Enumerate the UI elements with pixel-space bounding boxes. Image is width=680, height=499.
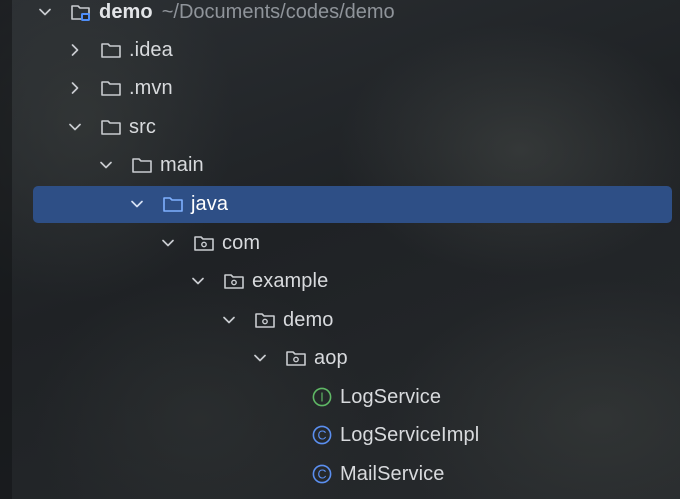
chevron-down-icon[interactable] bbox=[161, 236, 175, 250]
tree-item-label: MailService bbox=[340, 462, 445, 485]
tree-item-label: LogService bbox=[340, 385, 442, 408]
tree-row-src[interactable]: src bbox=[0, 108, 680, 146]
chevron-right-icon[interactable] bbox=[68, 81, 82, 95]
chevron-down-icon[interactable] bbox=[253, 351, 267, 365]
tree-item-label: .idea bbox=[129, 38, 173, 61]
tree-row-logservice[interactable]: I LogService bbox=[0, 378, 680, 416]
chevron-down-icon[interactable] bbox=[191, 274, 205, 288]
chevron-down-icon[interactable] bbox=[130, 197, 144, 211]
chevron-down-icon[interactable] bbox=[38, 5, 52, 19]
project-path-label: ~/Documents/codes/demo bbox=[161, 0, 395, 23]
chevron-down-icon[interactable] bbox=[99, 158, 113, 172]
package-icon bbox=[285, 348, 307, 368]
tree-item-label: main bbox=[160, 153, 204, 176]
tree-row-idea[interactable]: .idea bbox=[0, 31, 680, 69]
interface-badge-letter: I bbox=[320, 391, 323, 405]
class-badge-letter: C bbox=[317, 429, 326, 443]
tree-row-mvn[interactable]: .mvn bbox=[0, 69, 680, 107]
class-icon: C bbox=[311, 425, 333, 445]
project-name-label: demo bbox=[99, 0, 153, 23]
tree-row-com[interactable]: com bbox=[0, 224, 680, 262]
tree-item-label: example bbox=[252, 269, 329, 292]
tree-row-example[interactable]: example bbox=[0, 262, 680, 300]
package-icon bbox=[254, 310, 276, 330]
tree-row-mailservice[interactable]: C MailService bbox=[0, 455, 680, 493]
folder-icon bbox=[100, 78, 122, 98]
package-icon bbox=[193, 233, 215, 253]
tree-row-java[interactable]: java bbox=[0, 185, 680, 223]
tree-row-logserviceimpl[interactable]: C LogServiceImpl bbox=[0, 416, 680, 454]
tree-row-project-root[interactable]: demo ~/Documents/codes/demo bbox=[0, 0, 680, 31]
class-icon: C bbox=[311, 464, 333, 484]
tree-item-label: .mvn bbox=[129, 76, 173, 99]
tree-item-label: java bbox=[191, 192, 229, 215]
project-folder-icon bbox=[70, 2, 92, 22]
folder-icon bbox=[100, 117, 122, 137]
folder-icon bbox=[131, 155, 153, 175]
tree-item-label: src bbox=[129, 115, 156, 138]
interface-icon: I bbox=[311, 387, 333, 407]
tree-row-main[interactable]: main bbox=[0, 146, 680, 184]
tree-item-label: demo bbox=[283, 308, 334, 331]
tree-row-demo-package[interactable]: demo bbox=[0, 301, 680, 339]
chevron-down-icon[interactable] bbox=[68, 120, 82, 134]
chevron-down-icon[interactable] bbox=[222, 313, 236, 327]
tree-item-label: LogServiceImpl bbox=[340, 423, 480, 446]
folder-icon bbox=[100, 40, 122, 60]
chevron-right-icon[interactable] bbox=[68, 43, 82, 57]
tree-row-aop[interactable]: aop bbox=[0, 339, 680, 377]
package-icon bbox=[223, 271, 245, 291]
tree-item-label: com bbox=[222, 231, 261, 254]
project-tree-panel: demo ~/Documents/codes/demo .idea .mvn s… bbox=[0, 0, 680, 499]
class-badge-letter: C bbox=[317, 468, 326, 482]
source-folder-icon bbox=[162, 194, 184, 214]
tree-item-label: aop bbox=[314, 346, 348, 369]
